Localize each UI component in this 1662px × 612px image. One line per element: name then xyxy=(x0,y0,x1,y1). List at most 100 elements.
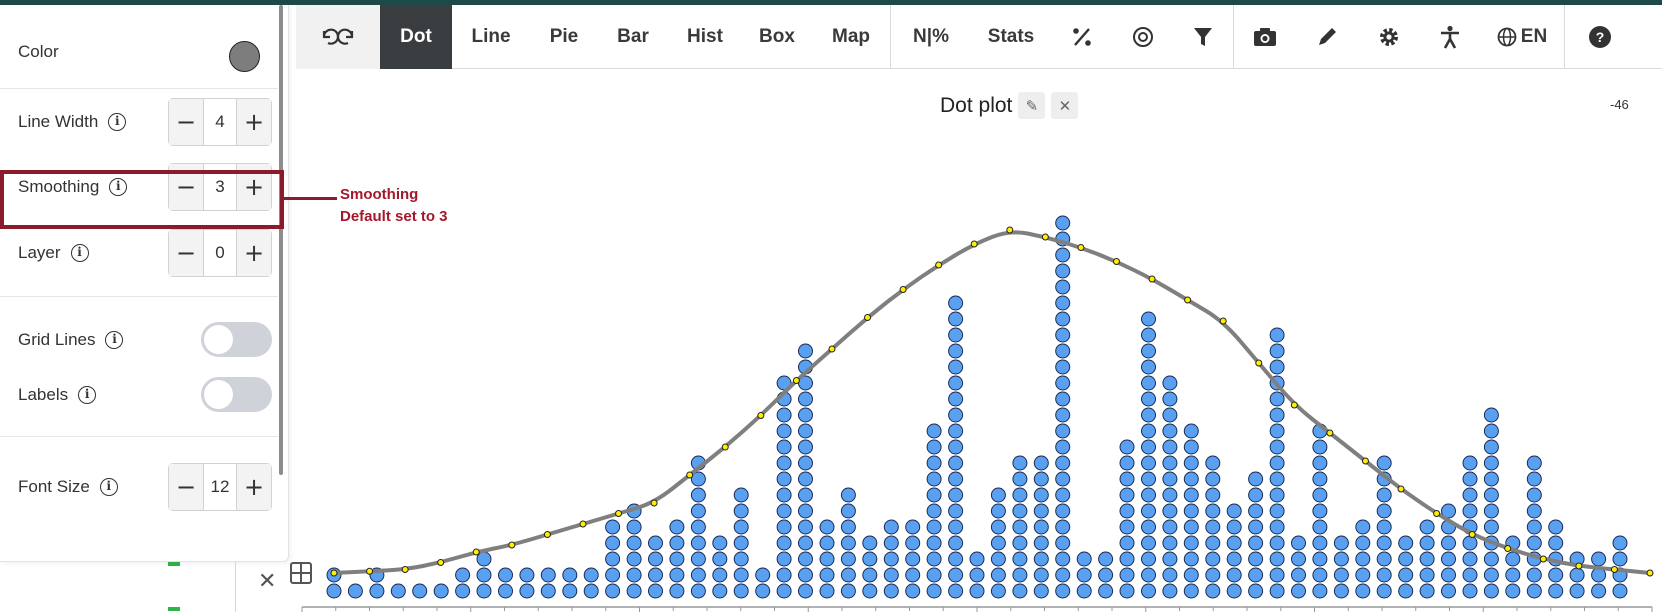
data-dot xyxy=(1483,439,1499,455)
data-dot xyxy=(1012,551,1028,567)
color-swatch[interactable] xyxy=(229,41,260,72)
data-dot xyxy=(1205,567,1221,583)
tab-stats[interactable]: Stats xyxy=(971,5,1051,69)
data-dot xyxy=(776,551,792,567)
tab-dot[interactable]: Dot xyxy=(380,5,452,69)
decrement-button[interactable]: − xyxy=(169,464,203,510)
labels-label: Labels i xyxy=(18,385,97,405)
data-dot xyxy=(1376,583,1392,599)
gear-icon[interactable] xyxy=(1358,5,1420,69)
undo-redo-button[interactable] xyxy=(296,5,380,69)
divider xyxy=(0,436,278,437)
tab-box[interactable]: Box xyxy=(742,5,812,69)
data-dot xyxy=(1012,535,1028,551)
info-icon[interactable]: i xyxy=(108,113,127,131)
data-dot xyxy=(1055,295,1071,311)
data-dot xyxy=(1398,535,1414,551)
decrement-button[interactable]: − xyxy=(169,230,203,276)
tab-line[interactable]: Line xyxy=(452,5,530,69)
data-dot xyxy=(1055,535,1071,551)
data-dot xyxy=(1441,583,1456,599)
data-dot xyxy=(669,583,685,599)
data-dot xyxy=(1055,583,1071,599)
data-dot xyxy=(690,487,706,503)
tab-pie[interactable]: Pie xyxy=(530,5,598,69)
curve-point xyxy=(1361,457,1369,465)
data-dot xyxy=(798,471,813,487)
data-dot xyxy=(1162,423,1178,439)
data-dot xyxy=(948,439,964,455)
tab-map[interactable]: Map xyxy=(812,5,890,69)
data-dot xyxy=(1033,487,1049,503)
increment-button[interactable]: + xyxy=(237,99,271,145)
data-dot xyxy=(1055,359,1071,375)
data-dot xyxy=(1183,583,1199,599)
data-dot xyxy=(1162,471,1178,487)
accessibility-icon[interactable] xyxy=(1420,5,1480,69)
font-size-value[interactable]: 12 xyxy=(203,464,237,510)
layer-value[interactable]: 0 xyxy=(203,230,237,276)
pencil-icon[interactable] xyxy=(1296,5,1358,69)
close-icon[interactable]: ✕ xyxy=(258,568,276,594)
data-dot xyxy=(626,551,642,567)
data-dot xyxy=(1012,583,1028,599)
data-dot xyxy=(948,519,964,535)
language-button[interactable]: EN xyxy=(1480,5,1564,69)
data-dot xyxy=(1141,519,1156,535)
data-dot xyxy=(1033,503,1049,519)
target-icon[interactable] xyxy=(1113,5,1173,69)
info-icon[interactable]: i xyxy=(105,331,124,349)
data-dot xyxy=(1548,567,1564,583)
data-dot xyxy=(1098,567,1114,583)
data-dot xyxy=(669,519,685,535)
data-dot xyxy=(1441,535,1456,551)
data-dot xyxy=(712,583,728,599)
data-dot xyxy=(1462,471,1478,487)
data-dot xyxy=(1312,535,1328,551)
panel-scrollbar[interactable] xyxy=(279,5,283,475)
data-dot xyxy=(840,551,856,567)
data-dot xyxy=(1141,471,1156,487)
data-dot xyxy=(1483,423,1499,439)
info-icon[interactable]: i xyxy=(70,244,89,262)
data-dot xyxy=(1055,503,1071,519)
data-dot xyxy=(1141,407,1156,423)
data-dot xyxy=(1205,487,1221,503)
tab-hist[interactable]: Hist xyxy=(668,5,742,69)
tab-bar[interactable]: Bar xyxy=(598,5,668,69)
decrement-button[interactable]: − xyxy=(169,99,203,145)
data-dot xyxy=(926,503,942,519)
data-dot xyxy=(1441,567,1456,583)
labels-toggle[interactable] xyxy=(201,377,272,412)
tab-n-percent[interactable]: N|% xyxy=(891,5,971,69)
camera-icon[interactable] xyxy=(1234,5,1296,69)
data-dot xyxy=(1269,487,1285,503)
increment-button[interactable]: + xyxy=(237,464,271,510)
percent-icon[interactable] xyxy=(1051,5,1113,69)
data-dot xyxy=(669,567,685,583)
filter-icon[interactable] xyxy=(1173,5,1233,69)
data-dot xyxy=(1291,567,1306,583)
grid-lines-toggle[interactable] xyxy=(201,322,272,357)
data-dot xyxy=(1162,407,1178,423)
data-dot xyxy=(1055,439,1071,455)
data-dot xyxy=(605,519,621,535)
data-dot xyxy=(476,551,492,567)
data-dot xyxy=(776,423,792,439)
curve-point xyxy=(686,471,694,479)
data-dot xyxy=(455,583,471,599)
line-width-value[interactable]: 4 xyxy=(203,99,237,145)
info-icon[interactable]: i xyxy=(78,386,97,404)
curve-point xyxy=(1610,566,1618,573)
data-dot xyxy=(1205,583,1221,599)
data-dot xyxy=(1205,551,1221,567)
data-dot xyxy=(969,583,985,599)
info-icon[interactable]: i xyxy=(99,478,118,496)
data-dot xyxy=(1162,455,1178,471)
increment-button[interactable]: + xyxy=(237,230,271,276)
data-dot xyxy=(712,535,728,551)
data-dot xyxy=(1183,487,1199,503)
curve-point xyxy=(401,566,409,573)
data-dot xyxy=(1269,535,1285,551)
help-button[interactable]: ? xyxy=(1565,5,1635,69)
